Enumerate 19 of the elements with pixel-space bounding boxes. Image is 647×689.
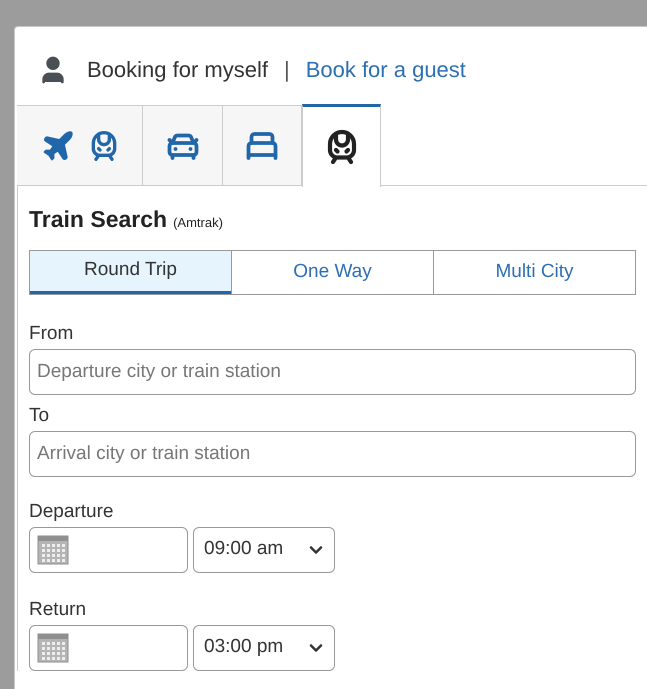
location-field[interactable]: Departure city or train station <box>29 348 636 394</box>
time-select[interactable]: 09:00 am <box>193 526 335 572</box>
date-label: Return <box>29 598 88 622</box>
trip-type-tab[interactable]: Round Trip <box>30 250 231 294</box>
calendar-icon <box>37 632 69 662</box>
location-field[interactable]: Arrival city or train station <box>29 430 636 476</box>
search-subtitle: (Amtrak) <box>173 214 223 232</box>
search-title: Train Search <box>29 205 168 234</box>
booking-self-label: Booking for myself <box>87 56 268 84</box>
calendar-icon <box>37 534 69 564</box>
mode-tab[interactable] <box>302 104 381 187</box>
field-label: To <box>29 404 50 428</box>
field-label: From <box>29 322 74 346</box>
date-label: Departure <box>29 500 114 524</box>
date-field[interactable] <box>29 624 188 670</box>
book-for-guest-link[interactable]: Book for a guest <box>306 53 466 86</box>
time-select[interactable]: 03:00 pm <box>193 624 335 670</box>
date-field[interactable] <box>29 526 188 572</box>
separator: | <box>284 56 290 84</box>
